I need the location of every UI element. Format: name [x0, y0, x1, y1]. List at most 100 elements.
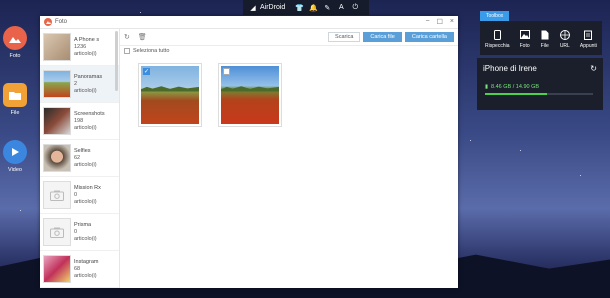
toolbox-photos[interactable]: Foto [519, 30, 530, 49]
minimize-icon[interactable]: − [426, 18, 430, 26]
toolbox-panel: Toolbox Rispecchia Foto File URL Appunti [480, 11, 602, 55]
album-thumbnail [43, 107, 71, 135]
dock-label: Video [8, 167, 22, 173]
toolbox-label: Rispecchia [485, 42, 510, 49]
dock-label: Foto [9, 53, 21, 59]
image-icon [519, 30, 530, 40]
album-name: Selfies [74, 147, 91, 154]
album-unit: articolo(i) [74, 50, 97, 57]
toolbox-label: URL [559, 42, 570, 49]
power-icon[interactable]: ⏻ [351, 4, 359, 12]
toolbox-label: Appunti [579, 42, 597, 49]
storage-bar-fill [485, 93, 547, 95]
dock-item-file[interactable]: File [3, 83, 27, 116]
toolbox-clipboard[interactable]: Appunti [580, 30, 597, 49]
album-item[interactable]: Prisma 0 articolo(i) [40, 214, 119, 251]
clipboard-icon [583, 30, 593, 40]
select-all-checkbox[interactable] [124, 48, 130, 54]
album-unit: articolo(i) [74, 124, 97, 131]
folder-icon [3, 83, 27, 107]
album-item[interactable]: Instagram 68 articolo(i) [40, 251, 119, 288]
album-name: Prisma [74, 221, 92, 228]
select-all-label: Seleziona tutto [133, 48, 170, 54]
album-thumbnail [43, 70, 71, 98]
dock-item-video[interactable]: Video [3, 140, 27, 173]
device-card: iPhone di Irene ↻ ▮ 8.46 GB / 14.90 GB [477, 58, 603, 110]
photo-checkbox[interactable] [223, 68, 230, 75]
album-unit: articolo(i) [74, 235, 97, 242]
airdroid-logo-icon: ◢ [250, 4, 256, 12]
play-icon [3, 140, 27, 164]
brand: ◢ AirDroid [249, 4, 285, 12]
album-name: Instagram [74, 258, 99, 265]
album-item[interactable]: Panoramas 2 articolo(i) [40, 66, 119, 103]
toolbox-tab[interactable]: Toolbox [480, 11, 510, 21]
placeholder-image-icon [43, 218, 71, 246]
refresh-icon[interactable]: ↻ [124, 33, 130, 41]
album-count: 1236 [74, 43, 87, 50]
star [580, 175, 581, 176]
album-item[interactable]: A Phone s 1236 articolo(i) [40, 29, 119, 66]
album-unit: articolo(i) [74, 272, 97, 279]
toolbox-url[interactable]: URL [559, 29, 570, 49]
device-name: iPhone di Irene [483, 64, 537, 73]
album-name: Mission Rx [74, 184, 101, 191]
font-icon[interactable]: A [337, 4, 345, 12]
album-unit: articolo(i) [74, 87, 97, 94]
maximize-icon[interactable]: ☐ [437, 18, 443, 26]
shirt-icon[interactable]: 👕 [295, 4, 304, 12]
storage-bar [485, 93, 593, 95]
album-name: Screenshots [74, 110, 105, 117]
star [470, 140, 471, 141]
trash-icon[interactable]: 🗑 [138, 33, 147, 41]
photo-item[interactable] [218, 63, 282, 127]
toolbox-label: Foto [519, 42, 530, 49]
album-name: Panoramas [74, 73, 103, 80]
album-scrollbar[interactable] [115, 31, 118, 91]
bell-icon[interactable]: 🔔 [309, 4, 318, 12]
window-titlebar: Foto − ☐ × [40, 16, 458, 29]
photo-toolbar: ↻ 🗑 Scarica Carica file Carica cartella [120, 29, 458, 46]
album-count: 0 [74, 191, 78, 198]
battery-icon: ▮ [485, 84, 489, 90]
refresh-icon[interactable]: ↻ [590, 64, 597, 73]
album-item[interactable]: Screenshots 198 articolo(i) [40, 103, 119, 140]
download-button[interactable]: Scarica [328, 32, 361, 42]
upload-folder-button[interactable]: Carica cartella [404, 32, 454, 42]
close-icon[interactable]: × [450, 18, 454, 26]
album-name: A Phone s [74, 36, 100, 43]
top-bar: ◢ AirDroid 👕 🔔 ✎ A ⏻ [243, 0, 369, 15]
album-item[interactable]: Selfies 62 articolo(i) [40, 140, 119, 177]
photo-app-icon [44, 18, 52, 26]
star [520, 150, 521, 151]
window-title: Foto [55, 19, 68, 25]
file-icon [540, 30, 550, 40]
toolbox-label: File [540, 42, 549, 49]
phone-icon [492, 29, 502, 40]
toolbox-files[interactable]: File [540, 30, 550, 49]
star [140, 12, 141, 13]
select-all[interactable]: Seleziona tutto [124, 48, 169, 54]
star [20, 210, 21, 211]
album-count: 62 [74, 154, 81, 161]
pen-icon[interactable]: ✎ [323, 4, 331, 12]
album-item[interactable]: Mission Rx 0 articolo(i) [40, 177, 119, 214]
album-count: 198 [74, 117, 84, 124]
brand-name: AirDroid [260, 4, 286, 11]
globe-icon [559, 29, 570, 40]
album-thumbnail [43, 144, 71, 172]
storage-text: 8.46 GB / 14.90 GB [491, 84, 540, 90]
photo-item[interactable]: ✓ [138, 63, 202, 127]
album-unit: articolo(i) [74, 161, 97, 168]
album-count: 2 [74, 80, 78, 87]
upload-file-button[interactable]: Carica file [363, 32, 402, 42]
photo-checkbox[interactable]: ✓ [143, 68, 150, 75]
placeholder-image-icon [43, 181, 71, 209]
dock-item-foto[interactable]: Foto [3, 26, 27, 59]
album-unit: articolo(i) [74, 198, 97, 205]
album-thumbnail [43, 255, 71, 283]
toolbox-mirror[interactable]: Rispecchia [485, 29, 510, 49]
album-count: 68 [74, 265, 81, 272]
album-count: 0 [74, 228, 78, 235]
photos-window: Foto − ☐ × A Phone s 1236 articolo(i) Pa… [40, 16, 458, 288]
